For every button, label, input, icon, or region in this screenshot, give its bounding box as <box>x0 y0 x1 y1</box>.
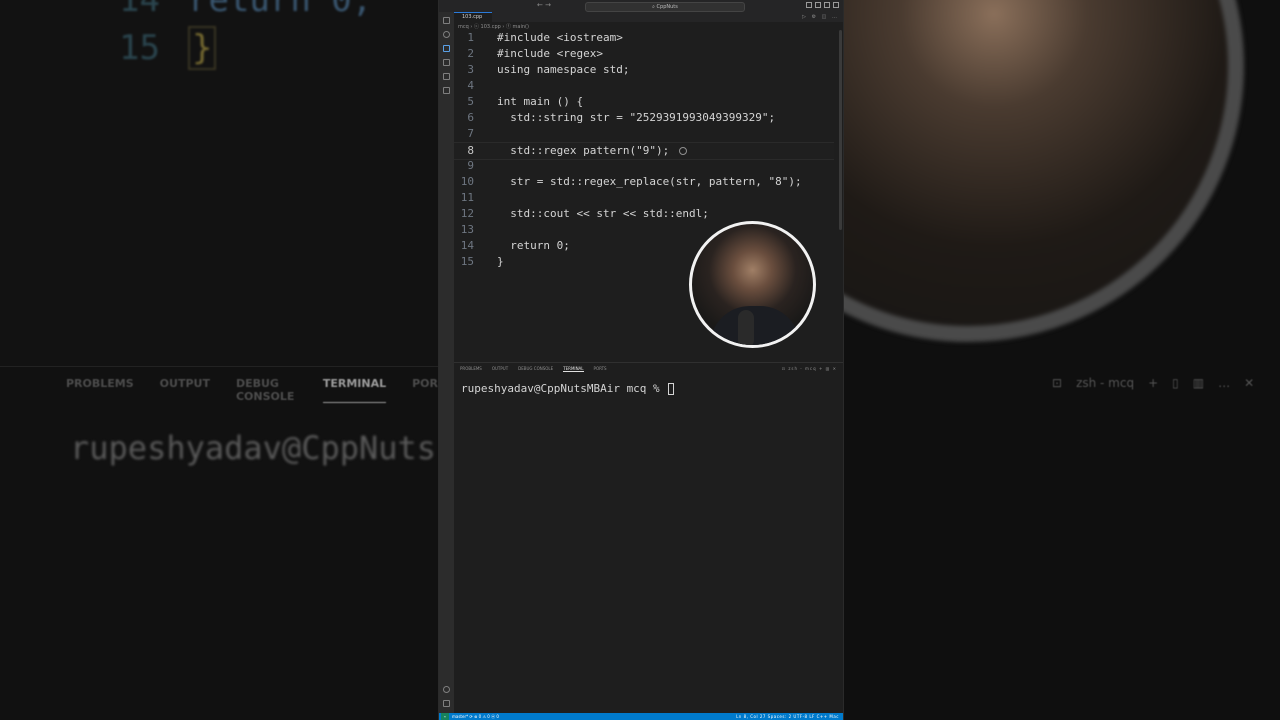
plus-icon[interactable]: + <box>819 366 823 371</box>
code-line: 2 #include <regex> <box>467 47 603 60</box>
customize-layout-icon[interactable] <box>833 2 839 8</box>
more-icon: … <box>1218 376 1231 390</box>
code-line: 10 str = std::regex_replace(str, pattern… <box>460 175 802 188</box>
terminal-actions: ⊡ zsh - mcq + ▥ ✕ <box>782 366 837 371</box>
background-terminal-text: rupeshyadav@CppNuts <box>70 429 437 467</box>
status-right[interactable]: Ln 8, Col 27 Spaces: 2 UTF-8 LF C++ Mac <box>736 713 839 720</box>
code-line: 3 using namespace std; <box>467 63 630 76</box>
settings-gear-icon[interactable] <box>443 700 450 707</box>
code-line: 9 <box>467 159 474 172</box>
trash-icon[interactable]: ▥ <box>826 366 831 371</box>
tab-problems[interactable]: PROBLEMS <box>460 366 482 372</box>
tab-output[interactable]: OUTPUT <box>492 366 508 372</box>
background-left: 14 return 0; 15} PROBLEMS OUTPUT DEBUG CO… <box>0 0 438 720</box>
code-line: 1 #include <iostream> <box>467 31 623 44</box>
nav-arrows[interactable]: ← → <box>537 1 551 9</box>
code-line: 6 std::string str = "2529391993049399329… <box>467 111 776 124</box>
tab-terminal[interactable]: TERMINAL <box>563 366 584 372</box>
source-control-icon[interactable] <box>443 45 450 52</box>
activity-bar <box>439 12 454 713</box>
code-line: 7 <box>467 127 474 140</box>
background-webcam-blur <box>842 0 1244 342</box>
close-icon: ✕ <box>1244 376 1255 390</box>
background-terminal-actions: ⊡ zsh - mcq + ▯ ▥ … ✕ <box>1052 376 1255 390</box>
panel-tabs: PROBLEMS OUTPUT DEBUG CONSOLE TERMINAL P… <box>460 366 607 372</box>
status-left[interactable]: ⌁ master* ⟳ ⊗ 0 ⚠ 0 ⓦ 0 <box>441 713 499 720</box>
webcam-overlay <box>689 221 816 348</box>
code-line: 12 std::cout << str << std::endl; <box>460 207 709 220</box>
plus-icon: + <box>1148 376 1159 390</box>
tab-debug-console[interactable]: DEBUG CONSOLE <box>518 366 553 372</box>
background-line-14: 14 return 0; <box>119 0 373 20</box>
code-line: 11 <box>460 191 474 204</box>
editor-scrollbar[interactable] <box>839 30 842 230</box>
terminal-icon: ⊡ <box>1052 376 1063 390</box>
microphone-icon <box>738 310 754 345</box>
toggle-sidebar-icon[interactable] <box>806 2 812 8</box>
terminal-cursor <box>668 383 675 395</box>
vscode-window: ← → ⌕ CppNuts 103.cpp ▷ ⚙ ◫ … mcq › ⓒ 10… <box>438 0 844 720</box>
lightbulb-icon[interactable] <box>679 147 687 155</box>
search-icon[interactable] <box>443 31 450 38</box>
toggle-panel-icon[interactable] <box>815 2 821 8</box>
editor-tab-bar: 103.cpp ▷ ⚙ ◫ … <box>454 12 843 22</box>
remote-icon[interactable]: ⌁ <box>441 713 449 720</box>
extensions-icon[interactable] <box>443 73 450 80</box>
terminal-output[interactable]: rupeshyadav@CppNutsMBAir mcq % <box>461 382 675 395</box>
command-center[interactable]: ⌕ CppNuts <box>585 2 745 12</box>
background-code: 14 return 0; 15} <box>0 0 372 72</box>
toggle-secondary-sidebar-icon[interactable] <box>824 2 830 8</box>
status-bar: ⌁ master* ⟳ ⊗ 0 ⚠ 0 ⓦ 0 Ln 8, Col 27 Spac… <box>439 713 843 720</box>
background-right: ⊡ zsh - mcq + ▯ ▥ … ✕ <box>842 0 1280 720</box>
background-line-15: 15} <box>0 24 372 72</box>
remote-explorer-icon[interactable] <box>443 87 450 94</box>
background-panel: PROBLEMS OUTPUT DEBUG CONSOLE TERMINAL P… <box>0 366 438 720</box>
code-line: 4 <box>467 79 474 92</box>
webcam-person <box>710 306 800 345</box>
run-debug-icon[interactable] <box>443 59 450 66</box>
terminal-icon: ⊡ <box>781 366 787 371</box>
breadcrumb[interactable]: mcq › ⓒ 103.cpp › ⓕ main() <box>458 23 529 30</box>
shell-label[interactable]: zsh - mcq <box>788 366 816 371</box>
bottom-panel: PROBLEMS OUTPUT DEBUG CONSOLE TERMINAL P… <box>454 362 843 714</box>
layout-controls <box>806 2 839 8</box>
account-icon[interactable] <box>443 686 450 693</box>
tab-ports[interactable]: PORTS <box>594 366 607 372</box>
code-line: 5 int main () { <box>467 95 584 108</box>
background-panel-tabs: PROBLEMS OUTPUT DEBUG CONSOLE TERMINAL P… <box>66 377 438 403</box>
tab-103-cpp[interactable]: 103.cpp <box>454 12 492 22</box>
terminal-prompt: rupeshyadav@CppNutsMBAir mcq % <box>461 382 667 395</box>
split-icon: ▯ <box>1172 376 1179 390</box>
trash-icon: ▥ <box>1192 376 1205 390</box>
explorer-icon[interactable] <box>443 17 450 24</box>
editor-actions[interactable]: ▷ ⚙ ◫ … <box>802 14 839 20</box>
close-icon[interactable]: ✕ <box>833 366 837 371</box>
